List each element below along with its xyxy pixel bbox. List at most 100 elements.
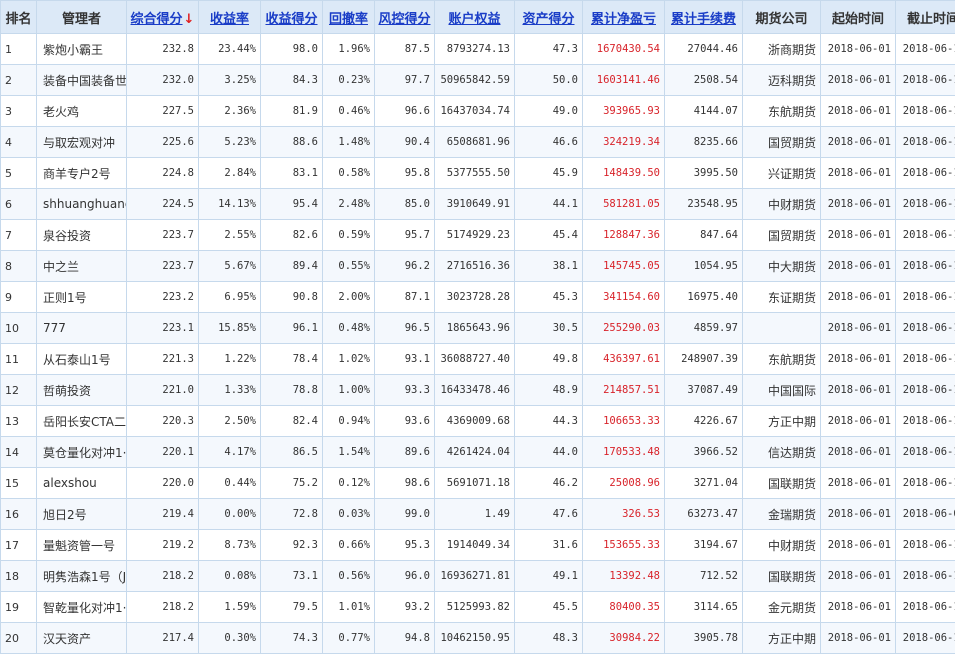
net-profit-cell: 1670430.54	[583, 34, 665, 65]
manager-link[interactable]: 旭日2号	[37, 499, 127, 530]
rank-cell: 11	[1, 344, 37, 375]
manager-link[interactable]: 泉谷投资	[37, 220, 127, 251]
fees-cell: 3995.50	[665, 158, 743, 189]
table-row[interactable]: 8中之兰223.75.67%89.40.55%96.22716516.3638.…	[1, 251, 955, 282]
header-return-score[interactable]: 收益得分	[261, 1, 323, 34]
asset-score-cell: 47.6	[515, 499, 583, 530]
total-score-cell: 220.0	[127, 468, 199, 499]
table-row[interactable]: 2装备中国装备世232.03.25%84.30.23%97.750965842.…	[1, 65, 955, 96]
manager-link[interactable]: 老火鸡	[37, 96, 127, 127]
company-cell: 东证期货	[743, 282, 821, 313]
company-cell: 中财期货	[743, 189, 821, 220]
manager-link[interactable]: alexshou	[37, 468, 127, 499]
return-score-cell: 95.4	[261, 189, 323, 220]
table-row[interactable]: 6shhuanghuang224.514.13%95.42.48%85.0391…	[1, 189, 955, 220]
return-score-cell: 89.4	[261, 251, 323, 282]
equity-cell: 5377555.50	[435, 158, 515, 189]
start-date-cell: 2018-06-01	[821, 623, 896, 654]
table-row[interactable]: 11从石泰山1号221.31.22%78.41.02%93.136088727.…	[1, 344, 955, 375]
start-date-cell: 2018-06-01	[821, 313, 896, 344]
rank-cell: 4	[1, 127, 37, 158]
table-row[interactable]: 3老火鸡227.52.36%81.90.46%96.616437034.7449…	[1, 96, 955, 127]
drawdown-cell: 1.48%	[323, 127, 375, 158]
table-row[interactable]: 13岳阳长安CTA二·220.32.50%82.40.94%93.6436900…	[1, 406, 955, 437]
manager-link[interactable]: 紫炮小霸王	[37, 34, 127, 65]
total-score-cell: 225.6	[127, 127, 199, 158]
manager-link[interactable]: 777	[37, 313, 127, 344]
total-score-cell: 218.2	[127, 592, 199, 623]
manager-link[interactable]: 智乾量化对冲1·	[37, 592, 127, 623]
manager-link[interactable]: 莫仓量化对冲1·	[37, 437, 127, 468]
asset-score-cell: 50.0	[515, 65, 583, 96]
drawdown-cell: 1.54%	[323, 437, 375, 468]
equity-cell: 16437034.74	[435, 96, 515, 127]
manager-link[interactable]: 量魁资管一号	[37, 530, 127, 561]
company-cell: 浙商期货	[743, 34, 821, 65]
header-total-score[interactable]: 综合得分↓	[127, 1, 199, 34]
asset-score-cell: 48.3	[515, 623, 583, 654]
drawdown-cell: 0.12%	[323, 468, 375, 499]
table-row[interactable]: 16旭日2号219.40.00%72.80.03%99.01.4947.6326…	[1, 499, 955, 530]
table-row[interactable]: 10777223.115.85%96.10.48%96.51865643.963…	[1, 313, 955, 344]
manager-link[interactable]: 与取宏观对冲	[37, 127, 127, 158]
table-row[interactable]: 17量魁资管一号219.28.73%92.30.66%95.31914049.3…	[1, 530, 955, 561]
manager-link[interactable]: 正则1号	[37, 282, 127, 313]
header-asset-score[interactable]: 资产得分	[515, 1, 583, 34]
table-row[interactable]: 5商羊专户2号224.82.84%83.10.58%95.85377555.50…	[1, 158, 955, 189]
manager-link[interactable]: 从石泰山1号	[37, 344, 127, 375]
rank-cell: 18	[1, 561, 37, 592]
rank-cell: 6	[1, 189, 37, 220]
return-rate-cell: 1.33%	[199, 375, 261, 406]
table-row[interactable]: 20汉天资产217.40.30%74.30.77%94.810462150.95…	[1, 623, 955, 654]
header-risk-score[interactable]: 风控得分	[375, 1, 435, 34]
asset-score-cell: 48.9	[515, 375, 583, 406]
manager-link[interactable]: 汉天资产	[37, 623, 127, 654]
table-row[interactable]: 15alexshou220.00.44%75.20.12%98.65691071…	[1, 468, 955, 499]
table-row[interactable]: 1紫炮小霸王232.823.44%98.01.96%87.58793274.13…	[1, 34, 955, 65]
manager-link[interactable]: 哲萌投资	[37, 375, 127, 406]
net-profit-cell: 153655.33	[583, 530, 665, 561]
equity-cell: 5125993.82	[435, 592, 515, 623]
manager-link[interactable]: 商羊专户2号	[37, 158, 127, 189]
table-row[interactable]: 7泉谷投资223.72.55%82.60.59%95.75174929.2345…	[1, 220, 955, 251]
header-net-profit[interactable]: 累计净盈亏	[583, 1, 665, 34]
company-cell: 东航期货	[743, 344, 821, 375]
manager-link[interactable]: 岳阳长安CTA二·	[37, 406, 127, 437]
net-profit-cell: 214857.51	[583, 375, 665, 406]
table-row[interactable]: 14莫仓量化对冲1·220.14.17%86.51.54%89.64261424…	[1, 437, 955, 468]
manager-link[interactable]: shhuanghuang	[37, 189, 127, 220]
net-profit-cell: 128847.36	[583, 220, 665, 251]
return-rate-cell: 1.22%	[199, 344, 261, 375]
rank-cell: 20	[1, 623, 37, 654]
header-fees[interactable]: 累计手续费	[665, 1, 743, 34]
fees-cell: 27044.46	[665, 34, 743, 65]
header-return-rate[interactable]: 收益率	[199, 1, 261, 34]
company-cell: 国贸期货	[743, 127, 821, 158]
return-rate-cell: 8.73%	[199, 530, 261, 561]
return-rate-cell: 2.36%	[199, 96, 261, 127]
table-row[interactable]: 9正则1号223.26.95%90.82.00%87.13023728.2845…	[1, 282, 955, 313]
end-date-cell: 2018-06-07	[896, 499, 955, 530]
manager-link[interactable]: 明隽浩森1号（J	[37, 561, 127, 592]
company-cell: 国联期货	[743, 468, 821, 499]
risk-score-cell: 89.6	[375, 437, 435, 468]
start-date-cell: 2018-06-01	[821, 437, 896, 468]
manager-link[interactable]: 中之兰	[37, 251, 127, 282]
table-row[interactable]: 19智乾量化对冲1·218.21.59%79.51.01%93.25125993…	[1, 592, 955, 623]
fees-cell: 3905.78	[665, 623, 743, 654]
table-row[interactable]: 18明隽浩森1号（J218.20.08%73.10.56%96.01693627…	[1, 561, 955, 592]
header-equity[interactable]: 账户权益	[435, 1, 515, 34]
company-cell: 国贸期货	[743, 220, 821, 251]
table-row[interactable]: 4与取宏观对冲225.65.23%88.61.48%90.46508681.96…	[1, 127, 955, 158]
company-cell: 兴证期货	[743, 158, 821, 189]
table-row[interactable]: 12哲萌投资221.01.33%78.81.00%93.316433478.46…	[1, 375, 955, 406]
header-drawdown[interactable]: 回撤率	[323, 1, 375, 34]
rank-cell: 16	[1, 499, 37, 530]
end-date-cell: 2018-06-13	[896, 65, 955, 96]
total-score-cell: 224.5	[127, 189, 199, 220]
manager-link[interactable]: 装备中国装备世	[37, 65, 127, 96]
net-profit-cell: 341154.60	[583, 282, 665, 313]
return-rate-cell: 0.08%	[199, 561, 261, 592]
company-cell: 东航期货	[743, 96, 821, 127]
return-rate-cell: 4.17%	[199, 437, 261, 468]
